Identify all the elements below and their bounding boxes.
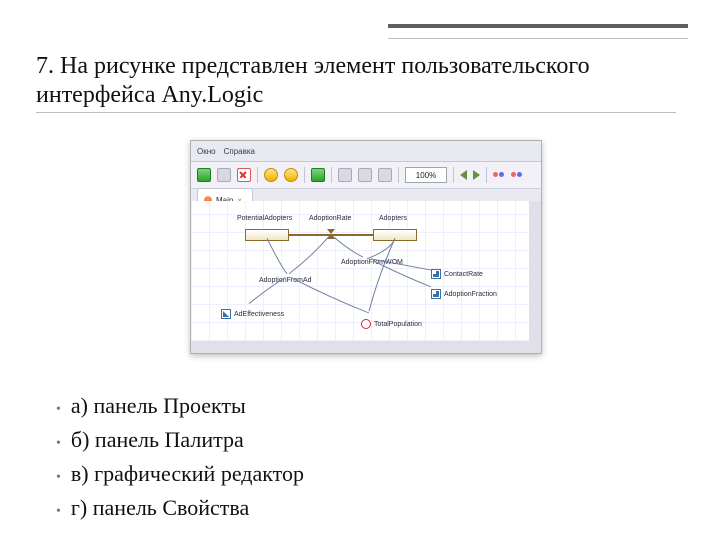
answer-b: • б) панель Палитра (56, 424, 304, 458)
toolbar-separator (331, 167, 332, 183)
toolbar-separator (486, 167, 487, 183)
open-icon[interactable] (217, 168, 231, 182)
answer-c: • в) графический редактор (56, 458, 304, 492)
answer-text: г) панель Свойства (71, 492, 249, 524)
toolbar-separator (257, 167, 258, 183)
graphical-editor-canvas[interactable]: PotentialAdopters Adopters AdoptionRate … (191, 201, 541, 353)
dependency-links (191, 201, 529, 341)
tool-icon[interactable] (338, 168, 352, 182)
new-icon[interactable] (197, 168, 211, 182)
answer-text: б) панель Палитра (71, 424, 244, 456)
answer-d: • г) панель Свойства (56, 492, 304, 526)
answer-list: • а) панель Проекты • б) панель Палитра … (56, 390, 304, 526)
toolbar-separator (304, 167, 305, 183)
bullet-icon: • (56, 396, 61, 424)
toolbar-separator (398, 167, 399, 183)
answer-text: а) панель Проекты (71, 390, 246, 422)
bullet-icon: • (56, 498, 61, 526)
screenshot: Окно Справка 100% (190, 140, 542, 354)
bullet-icon: • (56, 464, 61, 492)
misc-icon[interactable] (493, 169, 505, 181)
bullet-icon: • (56, 430, 61, 458)
tool-icon[interactable] (378, 168, 392, 182)
question-text: 7. На рисунке представлен элемент пользо… (36, 52, 676, 113)
menubar: Окно Справка (191, 141, 541, 162)
answer-a: • а) панель Проекты (56, 390, 304, 424)
menu-help[interactable]: Справка (224, 147, 255, 156)
delete-icon[interactable] (237, 168, 251, 182)
question-line: 7. На рисунке представлен элемент пользо… (36, 52, 676, 113)
tool-icon[interactable] (358, 168, 372, 182)
decorative-rule (388, 24, 688, 39)
redo-icon[interactable] (284, 168, 298, 182)
anylogic-window: Окно Справка 100% (190, 140, 542, 354)
menu-window[interactable]: Окно (197, 147, 216, 156)
misc-icon[interactable] (511, 169, 523, 181)
run-icon[interactable] (311, 168, 325, 182)
undo-icon[interactable] (264, 168, 278, 182)
nav-back-icon[interactable] (460, 170, 467, 180)
nav-forward-icon[interactable] (473, 170, 480, 180)
toolbar: 100% (191, 162, 541, 189)
zoom-field[interactable]: 100% (405, 167, 447, 183)
slide: 7. На рисунке представлен элемент пользо… (0, 0, 720, 540)
answer-text: в) графический редактор (71, 458, 304, 490)
toolbar-separator (453, 167, 454, 183)
